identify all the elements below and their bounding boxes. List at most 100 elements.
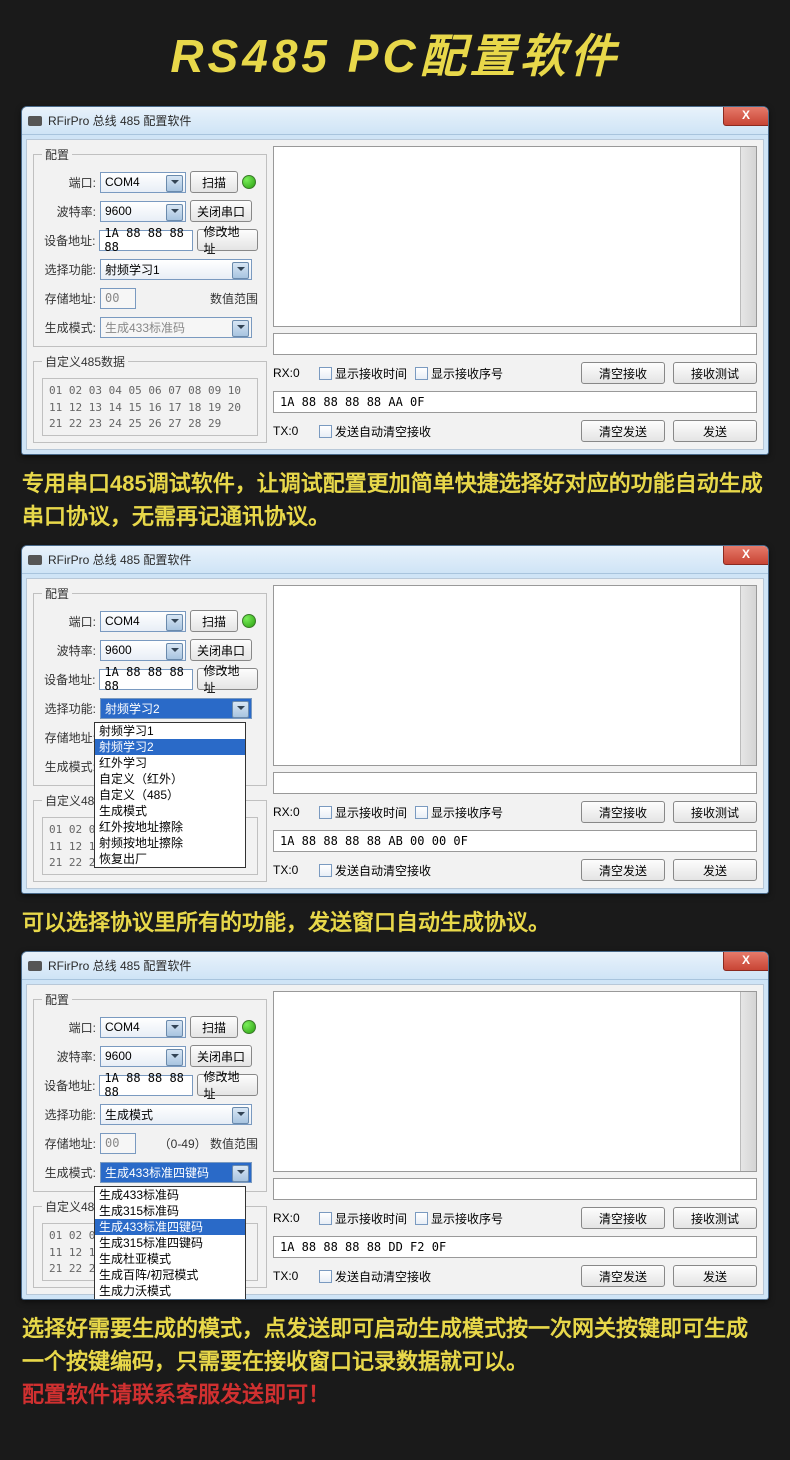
- auto-clear-checkbox[interactable]: 发送自动清空接收: [319, 862, 431, 879]
- scan-button[interactable]: 扫描: [190, 1016, 238, 1038]
- baud-combo[interactable]: 9600: [100, 640, 186, 661]
- range-label: （0-49） 数值范围: [159, 1135, 258, 1152]
- scrollbar[interactable]: [740, 992, 756, 1171]
- dropdown-option[interactable]: 恢复出厂: [95, 851, 245, 867]
- close-port-button[interactable]: 关闭串口: [190, 1045, 252, 1067]
- dropdown-option[interactable]: 红外学习: [95, 755, 245, 771]
- titlebar: RFirPro 总线 485 配置软件 X: [22, 952, 768, 980]
- config-legend: 配置: [42, 585, 72, 602]
- close-button[interactable]: X: [723, 106, 769, 126]
- dropdown-option[interactable]: 生成315标准码: [95, 1203, 245, 1219]
- status-led-icon: [242, 614, 256, 628]
- send-button[interactable]: 发送: [673, 859, 757, 881]
- show-time-checkbox[interactable]: 显示接收时间: [319, 804, 407, 821]
- dropdown-option[interactable]: 射频学习2: [95, 739, 245, 755]
- show-seq-checkbox[interactable]: 显示接收序号: [415, 804, 503, 821]
- scan-button[interactable]: 扫描: [190, 610, 238, 632]
- dropdown-option[interactable]: 生成433标准码: [95, 1187, 245, 1203]
- clear-tx-button[interactable]: 清空发送: [581, 1265, 665, 1287]
- dropdown-option[interactable]: 自定义（485）: [95, 787, 245, 803]
- tx-input[interactable]: 1A 88 88 88 88 DD F2 0F: [273, 1236, 757, 1258]
- dropdown-option[interactable]: 生成百阵/初冠模式: [95, 1267, 245, 1283]
- port-combo[interactable]: COM4: [100, 611, 186, 632]
- close-button[interactable]: X: [723, 545, 769, 565]
- range-label: 数值范围: [210, 290, 258, 307]
- close-button[interactable]: X: [723, 951, 769, 971]
- tx-input-empty[interactable]: [273, 772, 757, 794]
- app-window-1: RFirPro 总线 485 配置软件 X 配置 端口: COM4 扫描 波特率…: [21, 106, 769, 455]
- send-button[interactable]: 发送: [673, 420, 757, 442]
- titlebar: RFirPro 总线 485 配置软件 X: [22, 546, 768, 574]
- dropdown-option[interactable]: 生成433标准四键码: [95, 1219, 245, 1235]
- mod-addr-button[interactable]: 修改地址: [197, 668, 259, 690]
- mod-addr-button[interactable]: 修改地址: [197, 229, 259, 251]
- dropdown-option[interactable]: 射频学习1: [95, 723, 245, 739]
- selfunc-combo[interactable]: 生成模式: [100, 1104, 252, 1125]
- storeaddr-input[interactable]: 00: [100, 288, 136, 309]
- show-seq-checkbox[interactable]: 显示接收序号: [415, 1210, 503, 1227]
- baud-combo[interactable]: 9600: [100, 1046, 186, 1067]
- rx-test-button[interactable]: 接收测试: [673, 362, 757, 384]
- clear-tx-button[interactable]: 清空发送: [581, 420, 665, 442]
- genmode-combo[interactable]: 生成433标准四键码: [100, 1162, 252, 1183]
- rx-test-button[interactable]: 接收测试: [673, 801, 757, 823]
- dropdown-option[interactable]: 射频按地址擦除: [95, 835, 245, 851]
- window-title: RFirPro 总线 485 配置软件: [48, 551, 191, 568]
- selfunc-combo[interactable]: 射频学习1: [100, 259, 252, 280]
- app-icon: [28, 555, 42, 565]
- port-label: 端口:: [42, 613, 96, 630]
- tx-input-empty[interactable]: [273, 1178, 757, 1200]
- port-combo[interactable]: COM4: [100, 1017, 186, 1038]
- tx-input[interactable]: 1A 88 88 88 88 AA 0F: [273, 391, 757, 413]
- selfunc-dropdown[interactable]: 射频学习1射频学习2红外学习自定义（红外）自定义（485）生成模式红外按地址擦除…: [94, 722, 246, 868]
- rx-textarea[interactable]: [273, 991, 757, 1172]
- dropdown-option[interactable]: 生成力沃模式: [95, 1283, 245, 1299]
- clear-rx-button[interactable]: 清空接收: [581, 1207, 665, 1229]
- devaddr-input[interactable]: 1A 88 88 88 88: [99, 230, 192, 251]
- show-time-checkbox[interactable]: 显示接收时间: [319, 365, 407, 382]
- baud-combo[interactable]: 9600: [100, 201, 186, 222]
- rx-counter: RX:0: [273, 366, 311, 380]
- app-icon: [28, 961, 42, 971]
- status-led-icon: [242, 175, 256, 189]
- close-port-button[interactable]: 关闭串口: [190, 639, 252, 661]
- storeaddr-input[interactable]: 00: [100, 1133, 136, 1154]
- tx-input[interactable]: 1A 88 88 88 88 AB 00 00 0F: [273, 830, 757, 852]
- close-port-button[interactable]: 关闭串口: [190, 200, 252, 222]
- rx-textarea[interactable]: [273, 146, 757, 327]
- dropdown-option[interactable]: 生成模式: [95, 803, 245, 819]
- scan-button[interactable]: 扫描: [190, 171, 238, 193]
- rx-textarea[interactable]: [273, 585, 757, 766]
- devaddr-input[interactable]: 1A 88 88 88 88: [99, 669, 192, 690]
- auto-clear-checkbox[interactable]: 发送自动清空接收: [319, 1268, 431, 1285]
- rx-counter: RX:0: [273, 805, 311, 819]
- clear-rx-button[interactable]: 清空接收: [581, 362, 665, 384]
- app-window-2: RFirPro 总线 485 配置软件 X 配置 端口: COM4 扫描 波特率…: [21, 545, 769, 894]
- custom485-data[interactable]: 01 02 03 04 05 06 07 08 09 10 11 12 13 1…: [42, 378, 258, 436]
- storeaddr-label: 存储地址:: [42, 729, 96, 746]
- scrollbar[interactable]: [740, 147, 756, 326]
- dropdown-option[interactable]: 红外按地址擦除: [95, 819, 245, 835]
- dropdown-option[interactable]: 自定义（红外）: [95, 771, 245, 787]
- dropdown-option[interactable]: 生成315标准四键码: [95, 1235, 245, 1251]
- rx-test-button[interactable]: 接收测试: [673, 1207, 757, 1229]
- mod-addr-button[interactable]: 修改地址: [197, 1074, 259, 1096]
- genmode-dropdown[interactable]: 生成433标准码生成315标准码生成433标准四键码生成315标准四键码生成杜亚…: [94, 1186, 246, 1300]
- tx-input-empty[interactable]: [273, 333, 757, 355]
- devaddr-label: 设备地址:: [42, 1077, 95, 1094]
- clear-rx-button[interactable]: 清空接收: [581, 801, 665, 823]
- selfunc-combo[interactable]: 射频学习2: [100, 698, 252, 719]
- devaddr-input[interactable]: 1A 88 88 88 88: [99, 1075, 192, 1096]
- show-seq-checkbox[interactable]: 显示接收序号: [415, 365, 503, 382]
- caption-2: 可以选择协议里所有的功能，发送窗口自动生成协议。: [0, 894, 790, 951]
- send-button[interactable]: 发送: [673, 1265, 757, 1287]
- port-combo[interactable]: COM4: [100, 172, 186, 193]
- auto-clear-checkbox[interactable]: 发送自动清空接收: [319, 423, 431, 440]
- show-time-checkbox[interactable]: 显示接收时间: [319, 1210, 407, 1227]
- genmode-combo[interactable]: 生成433标准码: [100, 317, 252, 338]
- clear-tx-button[interactable]: 清空发送: [581, 859, 665, 881]
- port-label: 端口:: [42, 174, 96, 191]
- scrollbar[interactable]: [740, 586, 756, 765]
- dropdown-option[interactable]: 生成杜亚模式: [95, 1251, 245, 1267]
- status-led-icon: [242, 1020, 256, 1034]
